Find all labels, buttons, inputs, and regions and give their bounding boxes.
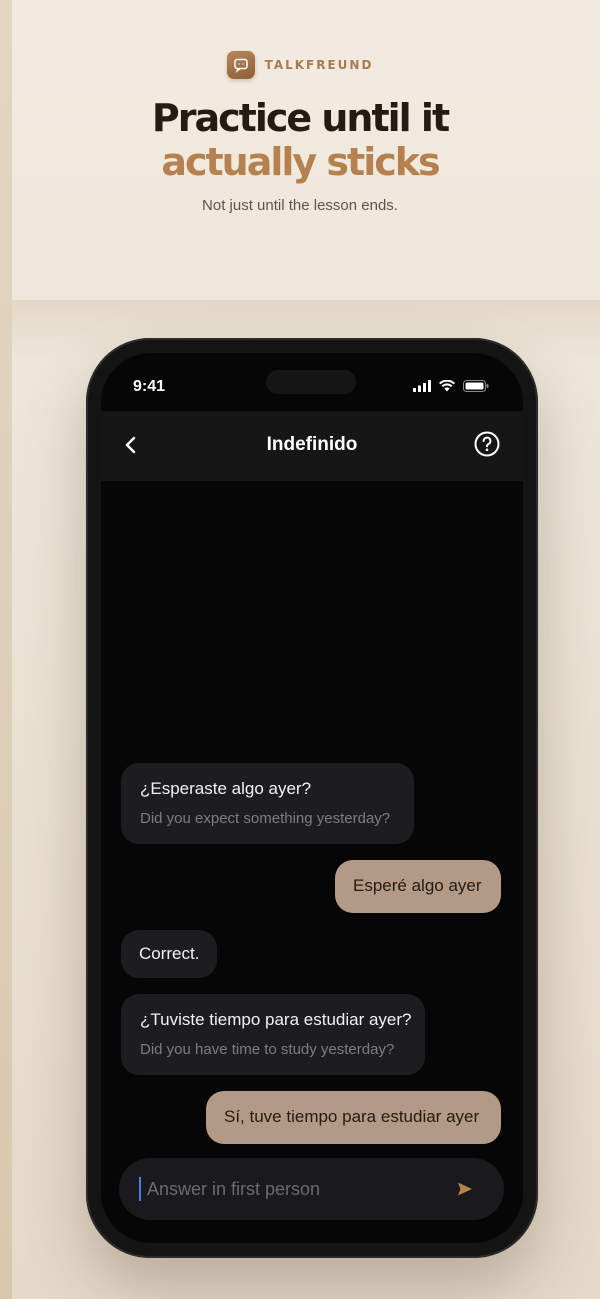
user-message: Esperé algo ayer (335, 860, 501, 913)
message-text: Esperé algo ayer (353, 876, 482, 895)
send-icon[interactable] (456, 1180, 474, 1198)
message-translation: Did you have time to study yesterday? (140, 1041, 395, 1058)
wifi-icon (439, 380, 455, 392)
input-placeholder: Answer in first person (147, 1179, 321, 1199)
help-circle-icon[interactable] (473, 430, 501, 458)
headline-line-2: actually sticks (161, 140, 440, 184)
bot-message: ¿Esperaste algo ayer? Did you expect som… (121, 763, 414, 844)
bot-message: Correct. (121, 930, 217, 978)
headline: Practice until it actually sticks (0, 96, 600, 184)
message-translation: Did you expect something yesterday? (140, 810, 391, 827)
headline-line-1: Practice until it (151, 96, 450, 140)
status-icons (413, 380, 489, 392)
brand-name: TALKFREUND (264, 58, 374, 72)
chat-bubble-icon (226, 51, 255, 79)
signal-icon (413, 380, 431, 392)
dynamic-island (266, 370, 356, 394)
navigation-bar: Indefinido (101, 411, 523, 481)
message-text: Sí, tuve tiempo para estudiar ayer (224, 1107, 480, 1126)
answer-input[interactable]: Answer in first person (119, 1158, 504, 1220)
status-time: 9:41 (133, 378, 166, 395)
left-edge-strip (0, 0, 12, 1299)
text-caret (139, 1177, 141, 1201)
message-text: ¿Tuviste tiempo para estudiar ayer? (140, 1010, 412, 1029)
phone-screen: 9:41 Indefinido ¿Esperaste algo ayer? Di… (101, 353, 523, 1243)
bot-message: ¿Tuviste tiempo para estudiar ayer? Did … (121, 994, 425, 1075)
subhead: Not just until the lesson ends. (202, 197, 398, 214)
user-message: Sí, tuve tiempo para estudiar ayer (206, 1091, 501, 1144)
message-text: Correct. (139, 944, 200, 963)
brand-header: TALKFREUND (0, 51, 600, 79)
battery-icon (463, 380, 489, 392)
message-text: ¿Esperaste algo ayer? (140, 779, 312, 798)
page-title: Indefinido (266, 434, 358, 455)
